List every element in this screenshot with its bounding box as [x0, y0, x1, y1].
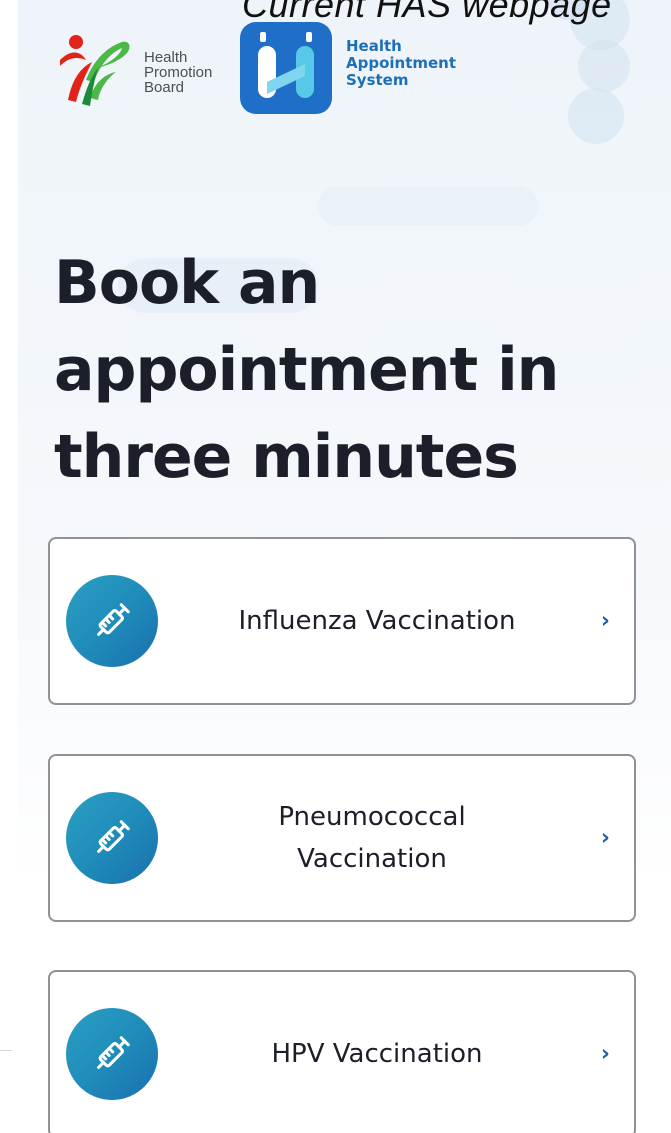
decorative-cloud: [318, 186, 538, 226]
service-label: Pneumococcal Vaccination: [278, 802, 466, 874]
has-logo-text: Health Appointment System: [346, 38, 456, 89]
hpb-logo-line: Board: [144, 79, 185, 96]
page-title: Book an appointment in three minutes: [54, 240, 654, 501]
syringe-icon: [66, 792, 158, 884]
chevron-right-icon: ›: [600, 608, 610, 634]
page-title-line: appointment in: [54, 335, 559, 406]
has-logo-line: System: [346, 71, 409, 89]
page-title-line: three minutes: [54, 422, 519, 493]
has-logo-icon: [240, 22, 332, 114]
decorative-circle: [578, 40, 630, 92]
chevron-right-icon: ›: [600, 825, 610, 851]
service-label: HPV Vaccination: [271, 1039, 483, 1069]
has-logo-line: Appointment: [346, 54, 457, 72]
syringe-icon: [66, 575, 158, 667]
has-logo-line: Health: [346, 37, 402, 55]
chevron-right-icon: ›: [600, 1041, 610, 1067]
screenshot-caption: Current HAS webpage: [242, 0, 612, 25]
hpb-logo-line: Health: [144, 49, 188, 66]
page-margin: [0, 0, 18, 1133]
influenza-vaccination-card[interactable]: Influenza Vaccination ›: [48, 537, 636, 705]
decorative-circle: [568, 88, 624, 144]
app-screen: Health Promotion Board Health Appointmen…: [18, 0, 671, 1133]
hpb-logo-line: Promotion: [144, 64, 213, 81]
page-title-line: Book an: [54, 248, 320, 319]
hpv-vaccination-card[interactable]: HPV Vaccination ›: [48, 970, 636, 1133]
divider: [0, 1050, 12, 1051]
hpb-logo: [60, 35, 130, 106]
service-label: Influenza Vaccination: [238, 606, 516, 636]
hpb-logo-text: Health Promotion Board: [144, 50, 212, 95]
syringe-icon: [66, 1008, 158, 1100]
pneumococcal-vaccination-card[interactable]: Pneumococcal Vaccination ›: [48, 754, 636, 922]
